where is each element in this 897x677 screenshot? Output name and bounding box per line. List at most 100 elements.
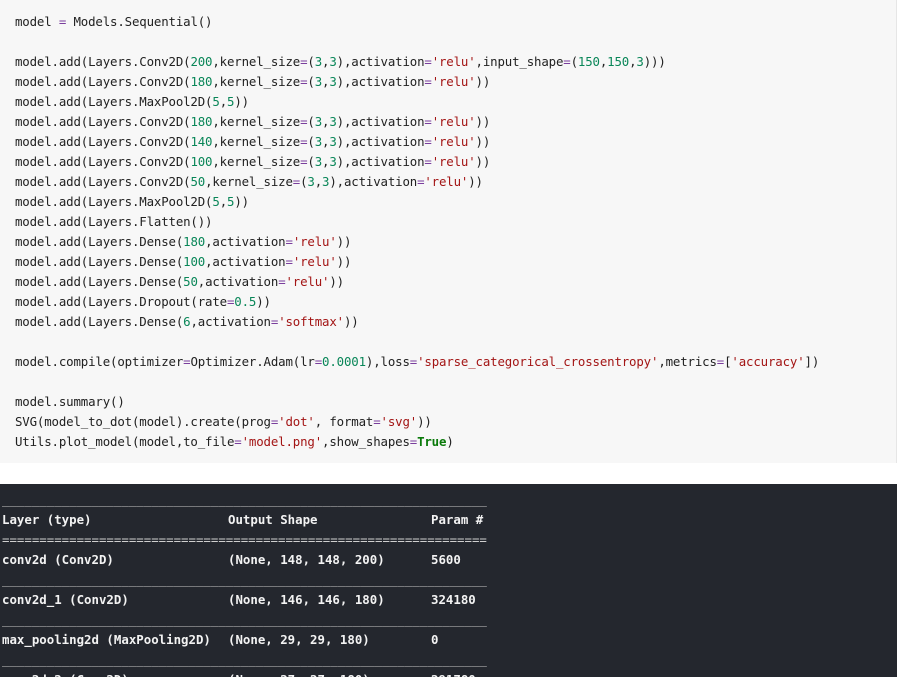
code-line: model.add(Layers.Dense(6,activation='sof… [15, 312, 819, 332]
code-token: 'relu' [292, 234, 337, 249]
code-token: )) [475, 74, 491, 89]
code-token: )) [475, 134, 491, 149]
code-token: 3 [329, 74, 337, 89]
code-token: ,activation [205, 254, 286, 269]
code-token: 3 [314, 134, 323, 149]
code-token: 'relu' [285, 274, 330, 289]
code-token: = [285, 234, 293, 249]
code-token: = [314, 354, 323, 369]
cell-shape: (None, 27, 27, 180) [228, 670, 431, 677]
code-token: ,activation [197, 274, 279, 289]
code-token: ),loss [365, 354, 410, 369]
code-token: 'relu' [292, 254, 337, 269]
cell-params: 5600 [431, 552, 461, 567]
code-token: 100 [183, 254, 206, 269]
code-line: model.summary() [15, 392, 819, 412]
cell-shape: (None, 148, 148, 200) [228, 552, 385, 567]
code-token: model.add(Layers.Conv2D( [15, 114, 191, 129]
code-token: 3 [314, 54, 323, 69]
code-token: 0.0001 [322, 354, 366, 369]
cell-layer: conv2d_2 (Conv2D) [2, 670, 228, 677]
code-line: model.add(Layers.Conv2D(140,kernel_size =… [15, 132, 819, 152]
code-token: ,kernel_size [212, 114, 301, 129]
code-token: = [424, 134, 432, 149]
table-header: Layer (type) Output Shape Param # [2, 510, 487, 530]
code-token: )) [329, 274, 344, 289]
code-token: ,show_shapes [322, 434, 410, 449]
separator-line: ========================================… [2, 532, 487, 547]
code-token: ),activation [336, 54, 425, 69]
code-token: Optimizer.Adam(lr [190, 354, 315, 369]
code-token: )) [336, 254, 352, 269]
code-token: = [409, 354, 418, 369]
code-cell[interactable]: model = Models.Sequential() model.add(Lay… [0, 0, 897, 463]
code-token: 3 [314, 114, 323, 129]
code-token: model.add(Layers.Dense( [15, 274, 184, 289]
code-token: , [219, 194, 227, 209]
code-token: , [219, 94, 227, 109]
code-line: SVG(model_to_dot(model).create(prog = 'dot… [15, 412, 819, 432]
code-token: 'relu' [431, 54, 476, 69]
cell-shape: (None, 29, 29, 180) [228, 632, 370, 647]
cell-params: 291780 [431, 672, 476, 677]
code-token: 'relu' [431, 154, 476, 169]
code-token: ( [307, 74, 315, 89]
code-token: 5 [212, 194, 220, 209]
code-token: ,input_shape [475, 54, 564, 69]
code-token: 150 [607, 54, 630, 69]
code-token: )) [343, 314, 359, 329]
table-row: conv2d_1 (Conv2D) (None, 146, 146, 180) 32… [2, 590, 487, 610]
code-token: 5 [212, 94, 220, 109]
code-token: 200 [190, 54, 213, 69]
code-line: model.add(Layers.Flatten()) [15, 212, 819, 232]
code-token: 100 [190, 154, 213, 169]
code-token: model.add(Layers.Conv2D( [15, 74, 191, 89]
code-line: model.add(Layers.MaxPool2D(5,5)) [15, 192, 819, 212]
code-token: 3 [307, 174, 315, 189]
code-token: 'relu' [431, 134, 476, 149]
cell-output: ________________________________________… [0, 484, 897, 677]
code-editor[interactable]: model = Models.Sequential() model.add(Lay… [15, 12, 819, 452]
code-token: 'sparse_categorical_crossentropy' [417, 354, 659, 369]
code-token: 180 [190, 114, 213, 129]
code-token: SVG(model_to_dot(model).create(prog [15, 414, 271, 429]
table-row: conv2d_2 (Conv2D)(None, 27, 27, 180)2917… [2, 670, 487, 677]
code-token: Models.Sequential() [66, 14, 213, 29]
code-token: True [417, 434, 447, 449]
code-token: ),activation [336, 154, 425, 169]
code-line: model.add(Layers.Conv2D(180,kernel_size =… [15, 112, 819, 132]
code-token: 'accuracy' [731, 354, 805, 369]
code-token: model.add(Layers.Dropout(rate [15, 294, 227, 309]
code-line: model.add(Layers.Dense(100,activation='r… [15, 252, 819, 272]
code-token: 180 [183, 234, 206, 249]
separator-line: ________________________________________… [2, 612, 487, 627]
code-token: model.summary() [15, 394, 125, 409]
code-line: model.add(Layers.Conv2D(100,kernel_size =… [15, 152, 819, 172]
code-token: ,activation [205, 234, 286, 249]
code-token: 3 [329, 114, 337, 129]
separator-line: ________________________________________… [2, 572, 487, 587]
code-token: = [292, 174, 301, 189]
code-token: ),activation [336, 114, 425, 129]
table-row: conv2d (Conv2D) (None, 148, 148, 200) 5600 [2, 550, 487, 570]
code-token: Utils.plot_model(model,to_file [15, 434, 235, 449]
code-token: )) [234, 194, 249, 209]
code-token: ))) [643, 54, 666, 69]
code-token: model.add(Layers.MaxPool2D( [15, 94, 213, 109]
code-token: )) [234, 94, 249, 109]
code-line: model.add(Layers.MaxPool2D(5,5)) [15, 92, 819, 112]
code-token: = [424, 114, 432, 129]
code-token: 'dot' [278, 414, 315, 429]
code-token: 0.5 [234, 294, 257, 309]
header-params: Param # [431, 512, 484, 527]
code-token: 'relu' [431, 114, 476, 129]
code-token: ( [307, 134, 315, 149]
code-token: = [424, 74, 432, 89]
header-shape: Output Shape [228, 512, 318, 527]
code-line: model.add(Layers.Conv2D(200,kernel_size =… [15, 52, 819, 72]
code-token: = [424, 154, 432, 169]
model-summary-table: ________________________________________… [2, 490, 487, 677]
code-token: ,kernel_size [212, 134, 301, 149]
code-token: )) [475, 114, 491, 129]
